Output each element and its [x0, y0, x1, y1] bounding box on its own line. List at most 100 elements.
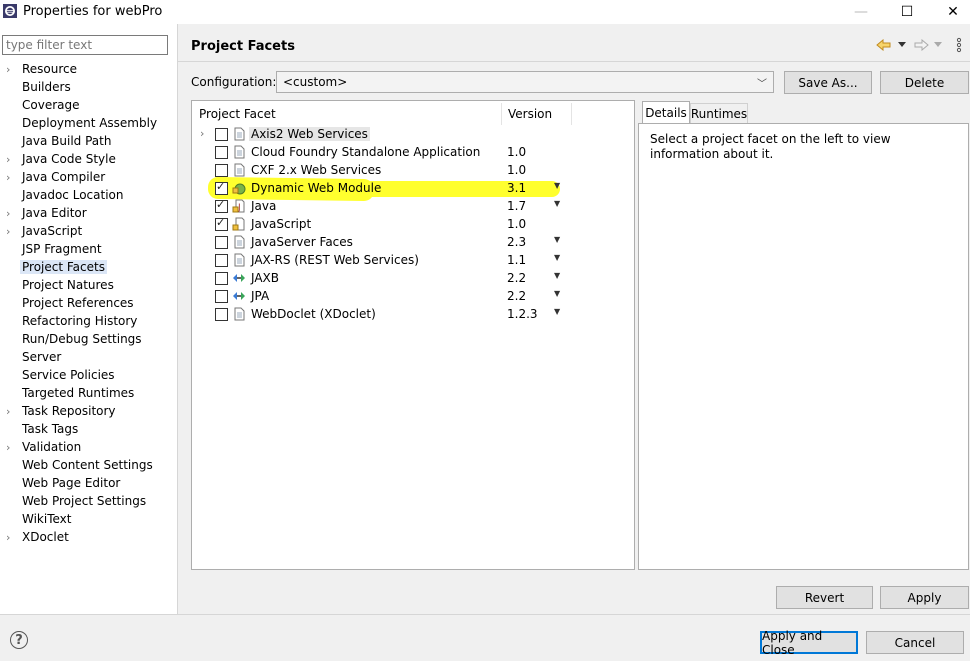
tree-item[interactable]: Project References: [0, 295, 177, 313]
filter-input[interactable]: [2, 35, 168, 55]
tree-item[interactable]: Deployment Assembly: [0, 115, 177, 133]
chevron-right-icon[interactable]: ›: [6, 441, 10, 454]
tree-item[interactable]: Java Build Path: [0, 133, 177, 151]
facet-version[interactable]: 2.2: [507, 289, 526, 303]
back-arrow-icon[interactable]: [876, 39, 892, 51]
column-header-project-facet[interactable]: Project Facet: [199, 107, 276, 121]
facet-checkbox[interactable]: [215, 164, 228, 177]
facet-checkbox[interactable]: [215, 254, 228, 267]
delete-button[interactable]: Delete: [880, 71, 969, 94]
facet-row[interactable]: WebDoclet (XDoclet) 1.2.3 ▼: [192, 306, 634, 324]
facet-checkbox[interactable]: [215, 146, 228, 159]
save-as-button[interactable]: Save As...: [784, 71, 872, 94]
tree-item[interactable]: Web Page Editor: [0, 475, 177, 493]
facet-checkbox[interactable]: [215, 308, 228, 321]
version-dropdown-icon[interactable]: ▼: [554, 181, 560, 190]
tree-item-label: WikiText: [22, 512, 72, 526]
facet-row[interactable]: JavaScript 1.0: [192, 216, 634, 234]
cancel-button[interactable]: Cancel: [866, 631, 964, 654]
chevron-right-icon[interactable]: ›: [6, 225, 10, 238]
tree-item[interactable]: Web Project Settings: [0, 493, 177, 511]
help-icon[interactable]: ?: [10, 631, 28, 649]
tree-item[interactable]: Refactoring History: [0, 313, 177, 331]
facet-name: Java: [251, 199, 277, 213]
facet-row[interactable]: CXF 2.x Web Services 1.0: [192, 162, 634, 180]
facet-checkbox[interactable]: [215, 216, 228, 231]
facet-version[interactable]: 1.7: [507, 199, 526, 213]
back-menu-chevron-icon[interactable]: [898, 42, 906, 48]
apply-button[interactable]: Apply: [880, 586, 969, 609]
chevron-right-icon[interactable]: ›: [6, 153, 10, 166]
facet-checkbox[interactable]: [215, 236, 228, 249]
tree-item[interactable]: › Validation: [0, 439, 177, 457]
tab-details[interactable]: Details: [642, 101, 690, 123]
tree-item[interactable]: Coverage: [0, 97, 177, 115]
facet-row[interactable]: JPA 2.2 ▼: [192, 288, 634, 306]
tree-item[interactable]: Web Content Settings: [0, 457, 177, 475]
facet-checkbox[interactable]: [215, 128, 228, 141]
maximize-button[interactable]: ☐: [884, 0, 930, 24]
facet-row[interactable]: J Java 1.7 ▼: [192, 198, 634, 216]
facet-row[interactable]: › Axis2 Web Services: [192, 126, 634, 144]
tree-item[interactable]: Server: [0, 349, 177, 367]
page-icon: [232, 127, 246, 141]
chevron-right-icon[interactable]: ›: [200, 127, 204, 140]
facet-version[interactable]: 1.2.3: [507, 307, 538, 321]
facet-checkbox[interactable]: [215, 180, 228, 195]
tree-item[interactable]: › Resource: [0, 61, 177, 79]
facet-row[interactable]: Cloud Foundry Standalone Application 1.0: [192, 144, 634, 162]
facet-checkbox[interactable]: [215, 272, 228, 285]
facet-version[interactable]: 3.1: [507, 181, 526, 195]
tree-item-label: Web Project Settings: [22, 494, 147, 508]
tree-item[interactable]: › JavaScript: [0, 223, 177, 241]
tab-runtimes[interactable]: Runtimes: [690, 103, 748, 123]
tree-item[interactable]: WikiText: [0, 511, 177, 529]
version-dropdown-icon[interactable]: ▼: [554, 253, 560, 262]
facet-row[interactable]: JAX-RS (REST Web Services) 1.1 ▼: [192, 252, 634, 270]
tree-item[interactable]: › Java Editor: [0, 205, 177, 223]
version-dropdown-icon[interactable]: ▼: [554, 199, 560, 208]
tree-item[interactable]: › Java Compiler: [0, 169, 177, 187]
facet-version[interactable]: 2.3: [507, 235, 526, 249]
tree-item[interactable]: Project Facets: [0, 259, 177, 277]
tree-item-label: Deployment Assembly: [22, 116, 158, 130]
tree-item[interactable]: › Java Code Style: [0, 151, 177, 169]
revert-button[interactable]: Revert: [776, 586, 873, 609]
minimize-button[interactable]: —: [838, 0, 884, 24]
facet-name: JPA: [251, 289, 270, 303]
chevron-right-icon[interactable]: ›: [6, 531, 10, 544]
facet-checkbox[interactable]: [215, 290, 228, 303]
tree-item-label: Java Compiler: [22, 170, 106, 184]
forward-arrow-icon[interactable]: [913, 39, 929, 51]
facet-checkbox[interactable]: [215, 198, 228, 213]
tree-item[interactable]: Run/Debug Settings: [0, 331, 177, 349]
tree-item[interactable]: Targeted Runtimes: [0, 385, 177, 403]
version-dropdown-icon[interactable]: ▼: [554, 289, 560, 298]
tree-item[interactable]: › Task Repository: [0, 403, 177, 421]
version-dropdown-icon[interactable]: ▼: [554, 307, 560, 316]
tree-item[interactable]: Builders: [0, 79, 177, 97]
tree-item[interactable]: JSP Fragment: [0, 241, 177, 259]
configuration-combo[interactable]: <custom> ﹀: [276, 71, 774, 93]
apply-and-close-button[interactable]: Apply and Close: [760, 629, 858, 657]
facet-version[interactable]: 2.2: [507, 271, 526, 285]
facet-row[interactable]: JAXB 2.2 ▼: [192, 270, 634, 288]
facet-row[interactable]: JavaServer Faces 2.3 ▼: [192, 234, 634, 252]
close-button[interactable]: ✕: [930, 0, 970, 24]
chevron-right-icon[interactable]: ›: [6, 405, 10, 418]
chevron-right-icon[interactable]: ›: [6, 171, 10, 184]
tree-item[interactable]: › XDoclet: [0, 529, 177, 547]
chevron-right-icon[interactable]: ›: [6, 207, 10, 220]
tree-item[interactable]: Task Tags: [0, 421, 177, 439]
version-dropdown-icon[interactable]: ▼: [554, 235, 560, 244]
forward-menu-chevron-icon[interactable]: [934, 42, 942, 48]
view-menu-icon[interactable]: [956, 37, 962, 53]
tree-item[interactable]: Service Policies: [0, 367, 177, 385]
chevron-right-icon[interactable]: ›: [6, 63, 10, 76]
facet-row[interactable]: Dynamic Web Module 3.1 ▼: [192, 180, 634, 198]
column-header-version[interactable]: Version: [508, 107, 552, 121]
tree-item[interactable]: Javadoc Location: [0, 187, 177, 205]
tree-item[interactable]: Project Natures: [0, 277, 177, 295]
facet-version[interactable]: 1.1: [507, 253, 526, 267]
version-dropdown-icon[interactable]: ▼: [554, 271, 560, 280]
